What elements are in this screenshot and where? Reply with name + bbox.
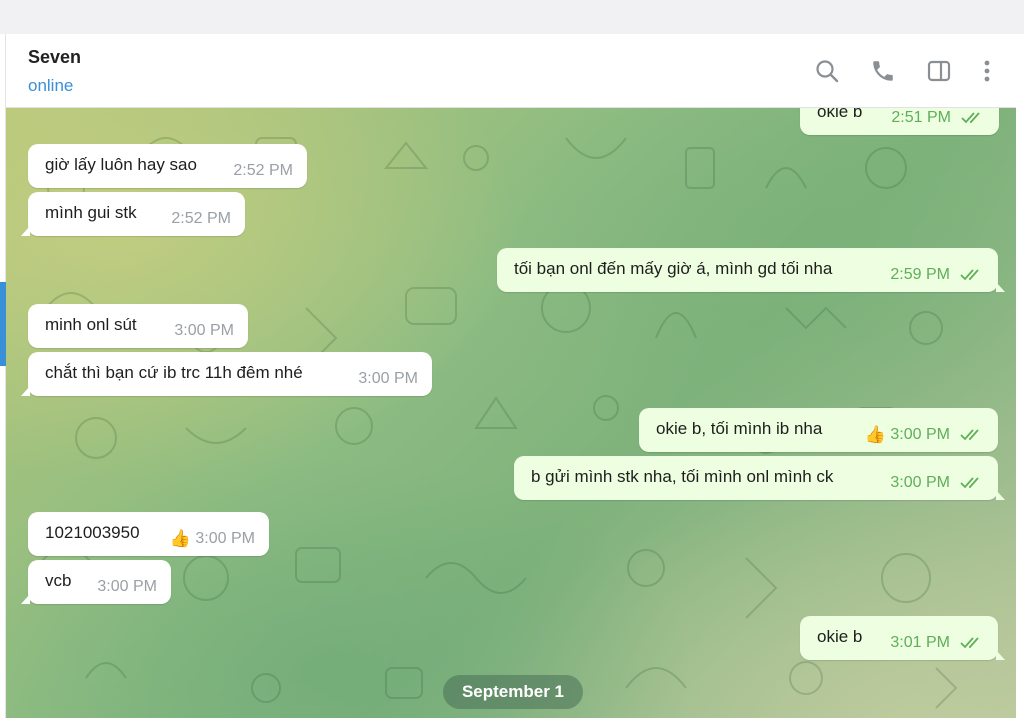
message-text: mình gui stk [45,203,137,222]
chat-header: Seven online [6,34,1016,108]
message-time: 2:51 PM [891,109,951,126]
message-text: vcb [45,571,72,590]
message-text: tối bạn onl đến mấy giờ á, mình gd tối n… [514,259,833,278]
more-vertical-icon[interactable] [972,56,1002,86]
read-check-icon [960,269,979,281]
read-check-icon [960,637,979,649]
thumbs-up-reaction-icon[interactable]: 👍 [170,529,191,549]
read-check-icon [960,429,979,441]
bubble-tail [21,386,30,396]
search-icon[interactable] [812,56,842,86]
message-text: b gửi mình stk nha, tối mình onl mình ck [531,467,834,486]
message-time: 3:00 PM [174,322,234,339]
message-bubble-outgoing[interactable]: b gửi mình stk nha, tối mình onl mình ck… [514,456,1005,500]
message-text: 1021003950 [45,523,140,542]
thumbs-up-reaction-icon[interactable]: 👍 [865,425,886,445]
bubble-tail [21,226,30,236]
chat-title[interactable]: Seven [28,47,81,68]
chat-status: online [28,76,74,95]
bubble-tail [996,650,1005,660]
phone-icon[interactable] [868,56,898,86]
message-time: 2:52 PM [171,210,231,227]
read-check-icon [961,112,980,124]
message-text: okie b [817,108,863,121]
chat-area[interactable]: okie b 2:51 PM giờ lấy luôn hay sao 2:52… [6,108,1016,718]
message-bubble-incoming[interactable]: mình gui stk 2:52 PM [21,192,245,236]
message-text: chắt thì bạn cứ ib trc 11h đêm nhé [45,363,303,382]
message-bubble-incoming[interactable]: vcb 3:00 PM [21,560,171,604]
message-text: minh onl sút [45,315,137,334]
right-scroll-edge [1016,34,1024,718]
message-bubble-incoming[interactable]: giờ lấy luôn hay sao 2:52 PM [28,144,307,188]
message-bubble-outgoing[interactable]: okie b 2:51 PM [800,108,999,135]
bubble-tail [21,594,30,604]
message-bubble-outgoing[interactable]: okie b, tối mình ib nha 👍 3:00 PM [639,408,998,452]
message-time: 2:59 PM [890,266,950,283]
message-time: 2:52 PM [233,162,293,179]
message-time: 3:00 PM [97,578,157,595]
message-time: 3:00 PM [358,370,418,387]
bubble-tail [996,490,1005,500]
message-text: giờ lấy luôn hay sao [45,155,197,174]
date-separator[interactable]: September 1 [443,675,583,709]
message-bubble-incoming[interactable]: minh onl sút 3:00 PM [28,304,248,348]
message-bubble-incoming[interactable]: chắt thì bạn cứ ib trc 11h đêm nhé 3:00 … [21,352,432,396]
bubble-tail [996,282,1005,292]
window-top-strip [0,0,1024,34]
message-time: 3:00 PM [890,426,950,443]
message-time: 3:00 PM [195,530,255,547]
sidebar-toggle-icon[interactable] [924,56,954,86]
message-bubble-outgoing[interactable]: okie b 3:01 PM [800,616,1005,660]
message-time: 3:01 PM [890,634,950,651]
message-text: okie b [817,627,863,646]
message-bubble-outgoing[interactable]: tối bạn onl đến mấy giờ á, mình gd tối n… [497,248,1005,292]
message-time: 3:00 PM [890,474,950,491]
message-bubble-incoming[interactable]: 1021003950 👍 3:00 PM [28,512,269,556]
read-check-icon [960,477,979,489]
message-text: okie b, tối mình ib nha [656,419,823,438]
